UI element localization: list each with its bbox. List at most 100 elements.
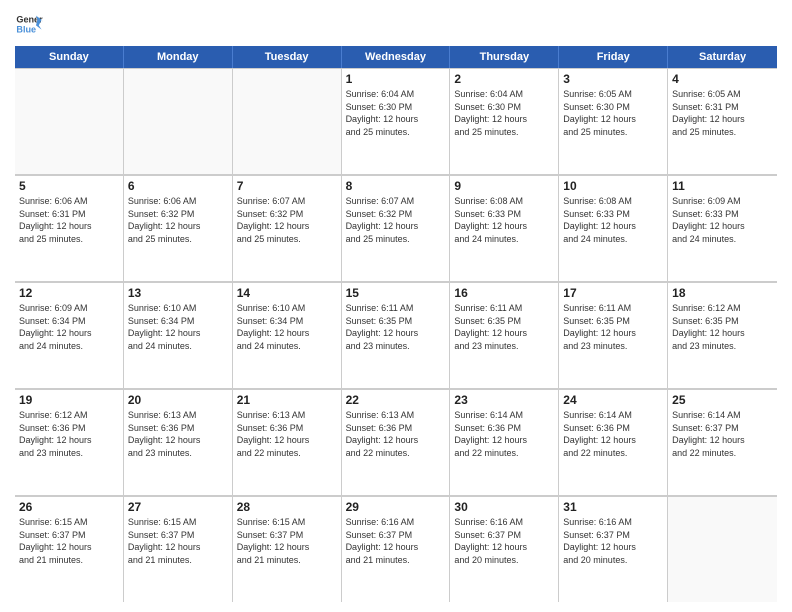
day-info: Sunrise: 6:12 AM Sunset: 6:36 PM Dayligh…: [19, 409, 119, 459]
day-number: 18: [672, 286, 773, 300]
day-number: 10: [563, 179, 663, 193]
day-cell-23: 23 Sunrise: 6:14 AM Sunset: 6:36 PM Dayli…: [450, 389, 559, 495]
day-cell-1: 1Sunrise: 6:04 AM Sunset: 6:30 PM Daylig…: [342, 68, 451, 174]
day-number: 20: [128, 393, 228, 407]
day-cell-26: 26 Sunrise: 6:15 AM Sunset: 6:37 PM Dayli…: [15, 496, 124, 602]
day-info: Sunrise: 6:08 AM Sunset: 6:33 PM Dayligh…: [563, 195, 663, 245]
logo: General Blue: [15, 10, 43, 38]
day-number: 1: [346, 72, 446, 86]
day-number: 13: [128, 286, 228, 300]
day-number: 14: [237, 286, 337, 300]
day-cell-4: 4 Sunrise: 6:05 AM Sunset: 6:31 PM Daylig…: [668, 68, 777, 174]
day-info: Sunrise: 6:15 AM Sunset: 6:37 PM Dayligh…: [128, 516, 228, 566]
day-cell-27: 27 Sunrise: 6:15 AM Sunset: 6:37 PM Dayli…: [124, 496, 233, 602]
weekday-header-friday: Friday: [559, 46, 668, 68]
week-row-4: 19 Sunrise: 6:12 AM Sunset: 6:36 PM Dayli…: [15, 389, 777, 496]
day-number: 26: [19, 500, 119, 514]
day-info: Sunrise: 6:09 AM Sunset: 6:33 PM Dayligh…: [672, 195, 773, 245]
day-info: Sunrise: 6:13 AM Sunset: 6:36 PM Dayligh…: [237, 409, 337, 459]
day-info: Sunrise: 6:15 AM Sunset: 6:37 PM Dayligh…: [19, 516, 119, 566]
day-cell-16: 16 Sunrise: 6:11 AM Sunset: 6:35 PM Dayli…: [450, 282, 559, 388]
svg-text:Blue: Blue: [16, 24, 36, 34]
day-number: 24: [563, 393, 663, 407]
day-info: Sunrise: 6:14 AM Sunset: 6:36 PM Dayligh…: [454, 409, 554, 459]
day-number: 30: [454, 500, 554, 514]
day-info: Sunrise: 6:10 AM Sunset: 6:34 PM Dayligh…: [237, 302, 337, 352]
day-number: 28: [237, 500, 337, 514]
weekday-header-tuesday: Tuesday: [233, 46, 342, 68]
day-number: 15: [346, 286, 446, 300]
day-cell-15: 15 Sunrise: 6:11 AM Sunset: 6:35 PM Dayli…: [342, 282, 451, 388]
day-cell-25: 25 Sunrise: 6:14 AM Sunset: 6:37 PM Dayli…: [668, 389, 777, 495]
day-cell-20: 20Sunrise: 6:13 AM Sunset: 6:36 PM Dayli…: [124, 389, 233, 495]
day-cell-6: 6 Sunrise: 6:06 AM Sunset: 6:32 PM Daylig…: [124, 175, 233, 281]
calendar-body: 1 Sunrise: 6:04 AM Sunset: 6:30 PM Daylig…: [15, 68, 777, 602]
day-number: 17: [563, 286, 663, 300]
week-row-2: 5 Sunrise: 6:06 AM Sunset: 6:31 PM Daylig…: [15, 175, 777, 282]
page-header: General Blue: [15, 10, 777, 38]
day-cell-30: 30Sunrise: 6:16 AM Sunset: 6:37 PM Dayli…: [450, 496, 559, 602]
day-info: Sunrise: 6:05 AM Sunset: 6:30 PM Dayligh…: [563, 88, 663, 138]
day-cell-31: 31Sunrise: 6:16 AM Sunset: 6:37 PM Dayli…: [559, 496, 668, 602]
week-row-3: 12Sunrise: 6:09 AM Sunset: 6:34 PM Dayli…: [15, 282, 777, 389]
day-cell-7: 7 Sunrise: 6:07 AM Sunset: 6:32 PM Daylig…: [233, 175, 342, 281]
logo-icon: General Blue: [15, 10, 43, 38]
day-number: 4: [672, 72, 773, 86]
day-number: 3: [563, 72, 663, 86]
empty-cell: [668, 496, 777, 602]
day-number: 25: [672, 393, 773, 407]
day-info: Sunrise: 6:11 AM Sunset: 6:35 PM Dayligh…: [454, 302, 554, 352]
day-cell-9: 9Sunrise: 6:08 AM Sunset: 6:33 PM Daylig…: [450, 175, 559, 281]
day-info: Sunrise: 6:06 AM Sunset: 6:32 PM Dayligh…: [128, 195, 228, 245]
day-info: Sunrise: 6:14 AM Sunset: 6:37 PM Dayligh…: [672, 409, 773, 459]
calendar: SundayMondayTuesdayWednesdayThursdayFrid…: [15, 46, 777, 602]
day-cell-13: 13Sunrise: 6:10 AM Sunset: 6:34 PM Dayli…: [124, 282, 233, 388]
day-number: 5: [19, 179, 119, 193]
day-info: Sunrise: 6:07 AM Sunset: 6:32 PM Dayligh…: [237, 195, 337, 245]
empty-cell: [15, 68, 124, 174]
weekday-header-thursday: Thursday: [450, 46, 559, 68]
empty-cell: [233, 68, 342, 174]
day-cell-3: 3 Sunrise: 6:05 AM Sunset: 6:30 PM Daylig…: [559, 68, 668, 174]
day-info: Sunrise: 6:13 AM Sunset: 6:36 PM Dayligh…: [346, 409, 446, 459]
empty-cell: [124, 68, 233, 174]
day-cell-8: 8Sunrise: 6:07 AM Sunset: 6:32 PM Daylig…: [342, 175, 451, 281]
weekday-header-monday: Monday: [124, 46, 233, 68]
weekday-header-wednesday: Wednesday: [342, 46, 451, 68]
day-cell-14: 14 Sunrise: 6:10 AM Sunset: 6:34 PM Dayli…: [233, 282, 342, 388]
day-cell-21: 21Sunrise: 6:13 AM Sunset: 6:36 PM Dayli…: [233, 389, 342, 495]
day-cell-28: 28Sunrise: 6:15 AM Sunset: 6:37 PM Dayli…: [233, 496, 342, 602]
day-cell-10: 10 Sunrise: 6:08 AM Sunset: 6:33 PM Dayli…: [559, 175, 668, 281]
day-cell-18: 18 Sunrise: 6:12 AM Sunset: 6:35 PM Dayli…: [668, 282, 777, 388]
day-info: Sunrise: 6:08 AM Sunset: 6:33 PM Dayligh…: [454, 195, 554, 245]
day-cell-19: 19 Sunrise: 6:12 AM Sunset: 6:36 PM Dayli…: [15, 389, 124, 495]
day-info: Sunrise: 6:07 AM Sunset: 6:32 PM Dayligh…: [346, 195, 446, 245]
day-info: Sunrise: 6:09 AM Sunset: 6:34 PM Dayligh…: [19, 302, 119, 352]
day-cell-11: 11 Sunrise: 6:09 AM Sunset: 6:33 PM Dayli…: [668, 175, 777, 281]
day-number: 6: [128, 179, 228, 193]
day-cell-24: 24 Sunrise: 6:14 AM Sunset: 6:36 PM Dayli…: [559, 389, 668, 495]
day-cell-2: 2Sunrise: 6:04 AM Sunset: 6:30 PM Daylig…: [450, 68, 559, 174]
day-number: 22: [346, 393, 446, 407]
day-info: Sunrise: 6:14 AM Sunset: 6:36 PM Dayligh…: [563, 409, 663, 459]
day-number: 19: [19, 393, 119, 407]
day-number: 27: [128, 500, 228, 514]
day-number: 7: [237, 179, 337, 193]
day-info: Sunrise: 6:04 AM Sunset: 6:30 PM Dayligh…: [454, 88, 554, 138]
day-number: 11: [672, 179, 773, 193]
day-number: 29: [346, 500, 446, 514]
day-number: 16: [454, 286, 554, 300]
day-cell-5: 5 Sunrise: 6:06 AM Sunset: 6:31 PM Daylig…: [15, 175, 124, 281]
day-info: Sunrise: 6:05 AM Sunset: 6:31 PM Dayligh…: [672, 88, 773, 138]
day-cell-29: 29 Sunrise: 6:16 AM Sunset: 6:37 PM Dayli…: [342, 496, 451, 602]
weekday-header-sunday: Sunday: [15, 46, 124, 68]
week-row-1: 1 Sunrise: 6:04 AM Sunset: 6:30 PM Daylig…: [15, 68, 777, 175]
day-info: Sunrise: 6:06 AM Sunset: 6:31 PM Dayligh…: [19, 195, 119, 245]
day-cell-22: 22 Sunrise: 6:13 AM Sunset: 6:36 PM Dayli…: [342, 389, 451, 495]
day-info: Sunrise: 6:16 AM Sunset: 6:37 PM Dayligh…: [346, 516, 446, 566]
week-row-5: 26 Sunrise: 6:15 AM Sunset: 6:37 PM Dayli…: [15, 496, 777, 602]
day-number: 23: [454, 393, 554, 407]
day-info: Sunrise: 6:11 AM Sunset: 6:35 PM Dayligh…: [563, 302, 663, 352]
day-info: Sunrise: 6:12 AM Sunset: 6:35 PM Dayligh…: [672, 302, 773, 352]
day-info: Sunrise: 6:11 AM Sunset: 6:35 PM Dayligh…: [346, 302, 446, 352]
